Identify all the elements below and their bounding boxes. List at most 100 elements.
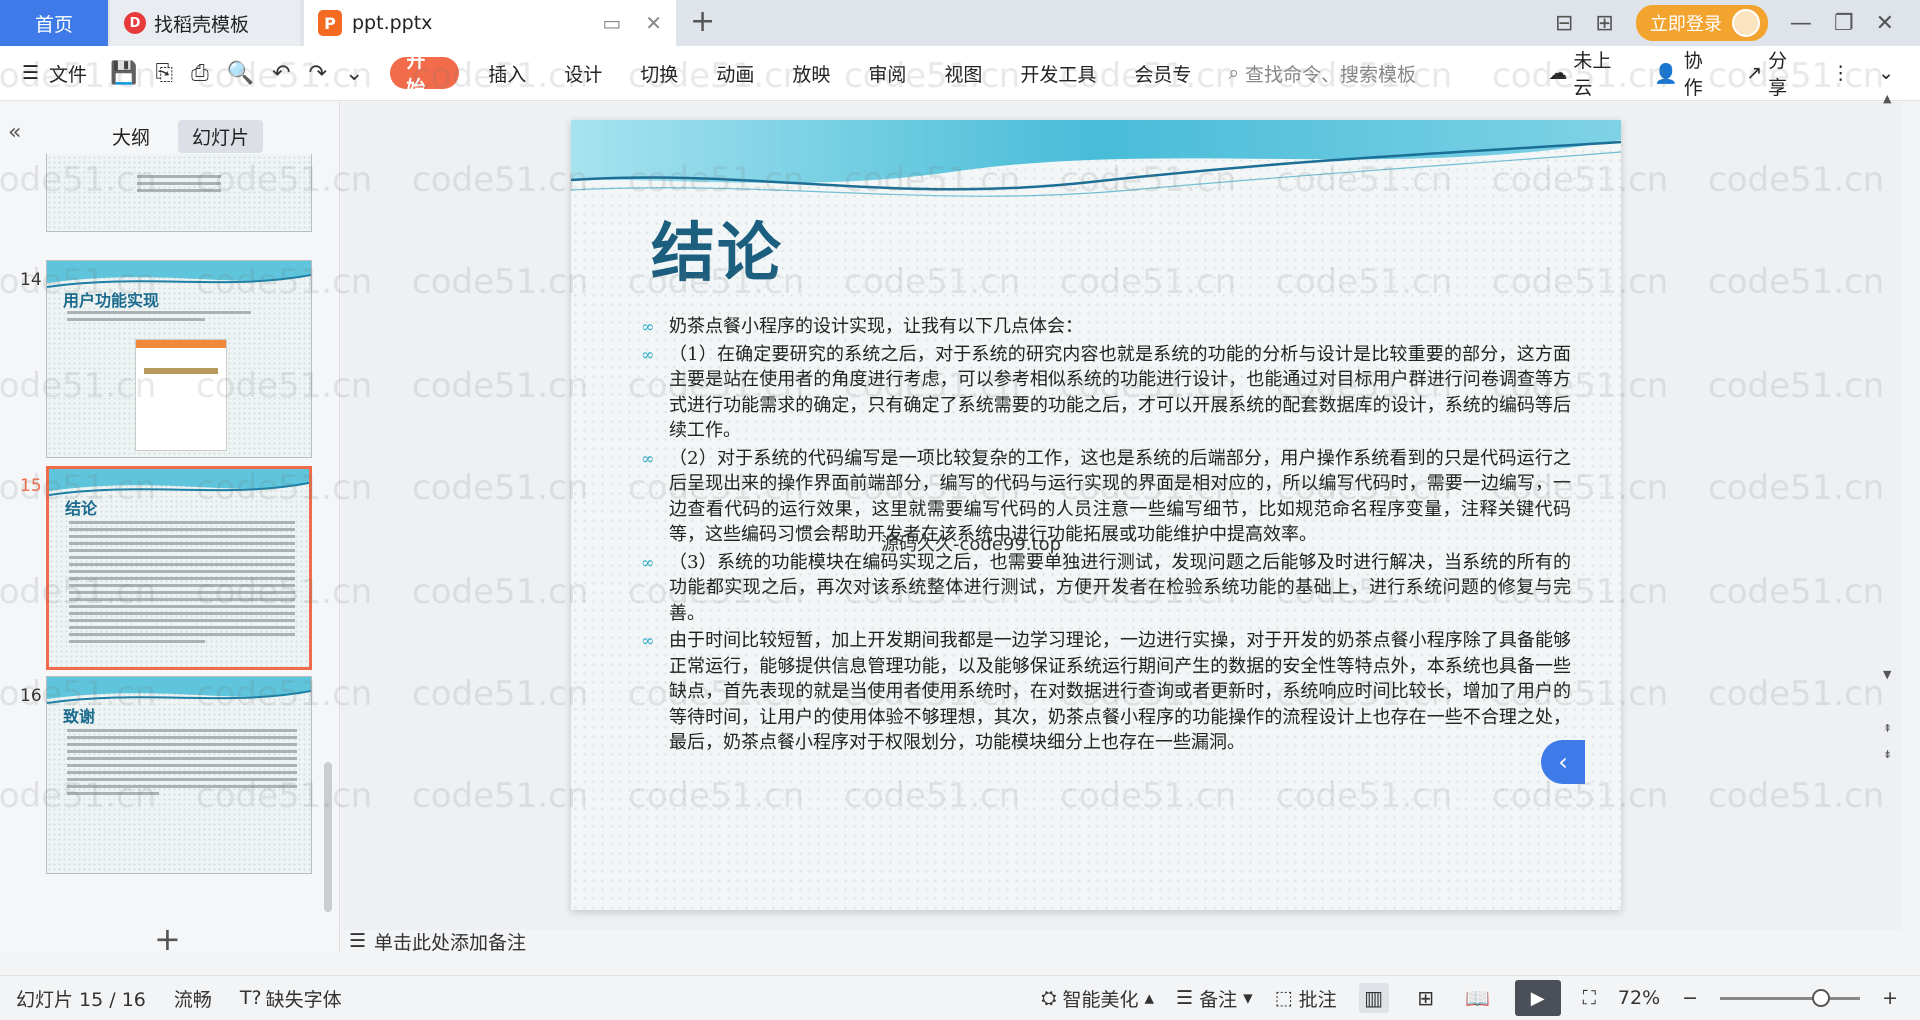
scroll-up-icon[interactable]: ▲ — [1883, 92, 1891, 105]
slide-thumb-14[interactable]: 用户功能实现 — [46, 260, 312, 458]
slide-number-14: 14 — [20, 270, 42, 290]
hamburger-icon: ☰ — [22, 62, 40, 84]
preview-icon[interactable]: 🔍 — [218, 61, 263, 86]
reading-view-icon[interactable]: 📖 — [1463, 983, 1493, 1013]
sorter-view-icon[interactable]: ⊞ — [1411, 983, 1441, 1013]
login-button[interactable]: 立即登录 — [1635, 5, 1768, 41]
tab-outline[interactable]: 大纲 — [98, 120, 164, 153]
bullet-icon: ∞ — [641, 344, 655, 364]
slide-title[interactable]: 结论 — [651, 202, 783, 294]
tab-daoke-label: 找稻壳模板 — [154, 13, 250, 36]
page-up-icon[interactable]: ⇞ — [1883, 722, 1892, 735]
tab-insert[interactable]: 插入 — [469, 46, 545, 101]
bullet-text: （3）系统的功能模块在编码实现之后，也需要单独进行测试，发现问题之后能够及时进行… — [669, 551, 1571, 624]
avatar-icon — [1731, 9, 1760, 37]
collab-button[interactable]: 👤 协作 — [1654, 46, 1718, 100]
tab-member[interactable]: 会员专 — [1115, 46, 1210, 101]
undo-icon[interactable]: ↶ — [263, 61, 299, 86]
zoom-knob[interactable] — [1811, 988, 1830, 1007]
add-slide-icon[interactable]: + — [154, 920, 181, 958]
notes-bar[interactable]: ☰ 单击此处添加备注 — [341, 930, 1901, 954]
slide-thumb-13[interactable] — [46, 154, 312, 232]
layout-icon[interactable]: ⊟ — [1555, 11, 1573, 36]
tab-slideshow[interactable]: 放映 — [773, 46, 849, 101]
export-icon[interactable]: ⎘ — [146, 61, 182, 86]
chevron-up-icon: ▴ — [1144, 987, 1155, 1009]
slide-canvas: 结论 ∞ 奶茶点餐小程序的设计实现，让我有以下几点体会： ∞ （1）在确定要研究… — [341, 92, 1901, 930]
bullet-icon: ∞ — [641, 448, 655, 468]
normal-view-icon[interactable]: ▥ — [1358, 983, 1389, 1013]
close-window-icon[interactable]: ✕ — [1876, 11, 1894, 36]
comment-button[interactable]: ⬚ 批注 — [1275, 985, 1337, 1012]
scroll-down-icon[interactable]: ▼ — [1883, 668, 1891, 681]
restore-icon[interactable]: ❐ — [1834, 11, 1854, 36]
grid-apps-icon[interactable]: ⊞ — [1595, 11, 1613, 36]
notes-button[interactable]: ☰ 备注 ▾ — [1176, 985, 1253, 1012]
zoom-slider[interactable] — [1720, 988, 1861, 1007]
slide-thumb-16[interactable]: 致谢 — [46, 676, 312, 874]
save-icon[interactable]: 💾 — [101, 61, 146, 86]
tab-design[interactable]: 设计 — [545, 46, 621, 101]
comment-label: 批注 — [1298, 988, 1337, 1011]
current-slide[interactable]: 结论 ∞ 奶茶点餐小程序的设计实现，让我有以下几点体会： ∞ （1）在确定要研究… — [571, 120, 1621, 910]
command-search[interactable]: ⌕ 查找命令、搜索模板 — [1228, 60, 1548, 87]
tab-review[interactable]: 审阅 — [849, 46, 925, 101]
tab-animation[interactable]: 动画 — [697, 46, 773, 101]
smart-beautify-label: 智能美化 — [1062, 988, 1139, 1011]
new-tab-icon[interactable]: + — [690, 4, 715, 39]
bullet-icon: ∞ — [641, 552, 655, 572]
slide-thumb-15[interactable]: 结论 — [46, 466, 312, 670]
zoom-in-icon[interactable]: + — [1882, 987, 1898, 1009]
fluency-button[interactable]: 流畅 — [174, 985, 212, 1012]
tab-ppt-file[interactable]: P ppt.pptx ▭ ✕ — [304, 0, 676, 46]
bullet-text: （1）在确定要研究的系统之后，对于系统的研究内容也就是系统的功能的分析与设计是比… — [669, 343, 1571, 442]
share-icon: ↗ — [1746, 62, 1763, 84]
ppt-logo-icon: P — [318, 10, 342, 36]
tab-slides[interactable]: 幻灯片 — [178, 120, 264, 153]
smart-beautify-button[interactable]: ⛭ 智能美化 ▴ — [1041, 985, 1154, 1012]
thumb-title: 致谢 — [63, 707, 96, 726]
minimize-icon[interactable]: — — [1790, 11, 1812, 36]
list-item: ∞ 奶茶点餐小程序的设计实现，让我有以下几点体会： — [641, 314, 1571, 340]
canvas-scrollbar[interactable]: ▲ ▼ ⇞ ⇟ — [1881, 92, 1897, 930]
share-button[interactable]: ↗ 分享 — [1746, 46, 1803, 100]
thumb-title: 结论 — [65, 499, 98, 518]
chevron-down-icon[interactable]: ⌄ — [336, 61, 372, 86]
login-label: 立即登录 — [1649, 14, 1722, 35]
bullet-icon: ∞ — [641, 317, 655, 336]
tab-start[interactable]: 开始 — [390, 50, 460, 99]
tab-home-label: 首页 — [34, 13, 73, 36]
daoke-logo-icon: D — [124, 12, 146, 34]
file-menu-label: 文件 — [49, 63, 88, 86]
fit-window-icon[interactable]: ⛶ — [1583, 987, 1596, 1009]
tab-daoke-templates[interactable]: D 找稻壳模板 — [110, 0, 300, 46]
more-icon[interactable]: ⋮ — [1831, 62, 1850, 84]
ribbon-right: ☁ 未上云 👤 协作 ↗ 分享 ⋮ ⌄ — [1548, 46, 1920, 100]
close-tab-icon[interactable]: ✕ — [645, 11, 662, 35]
tab-developer[interactable]: 开发工具 — [1001, 46, 1115, 101]
slide-panel: « 大纲 幻灯片 14 用户功能实现 15 结论 16 致谢 + — [0, 102, 340, 958]
search-icon: ⌕ — [1228, 62, 1240, 84]
cloud-status[interactable]: ☁ 未上云 — [1548, 46, 1626, 100]
tab-view[interactable]: 视图 — [925, 46, 1001, 101]
zoom-out-icon[interactable]: − — [1682, 987, 1698, 1009]
slide-body[interactable]: ∞ 奶茶点餐小程序的设计实现，让我有以下几点体会： ∞ （1）在确定要研究的系统… — [641, 314, 1571, 758]
zoom-level[interactable]: 72% — [1618, 987, 1660, 1009]
missing-font-button[interactable]: T? 缺失字体 — [240, 985, 342, 1012]
collapse-panel-icon[interactable]: « — [8, 120, 21, 145]
redo-icon[interactable]: ↷ — [300, 61, 336, 86]
tab-home[interactable]: 首页 — [0, 0, 108, 46]
file-menu[interactable]: ☰ 文件 — [0, 46, 101, 101]
tab-transition[interactable]: 切换 — [621, 46, 697, 101]
screen-icon[interactable]: ▭ — [602, 11, 621, 35]
page-down-icon[interactable]: ⇟ — [1883, 748, 1892, 761]
print-icon[interactable]: ⎙ — [182, 61, 218, 86]
list-item: ∞ 由于时间比较短暂，加上开发期间我都是一边学习理论，一边进行实操，对于开发的奶… — [641, 628, 1571, 756]
slide-number-16: 16 — [20, 686, 42, 706]
play-slideshow-button[interactable]: ▶ — [1514, 980, 1561, 1016]
ribbon-toolbar: ☰ 文件 💾 ⎘ ⎙ 🔍 ↶ ↷ ⌄ 开始 插入 设计 切换 动画 放映 审阅 … — [0, 46, 1920, 101]
side-expand-button[interactable]: ‹ — [1541, 740, 1585, 784]
list-item: ∞ （2）对于系统的代码编写是一项比较复杂的工作，这也是系统的后端部分，用户操作… — [641, 446, 1571, 548]
panel-scrollbar[interactable] — [324, 762, 332, 912]
collapse-ribbon-icon[interactable]: ⌄ — [1878, 62, 1894, 84]
